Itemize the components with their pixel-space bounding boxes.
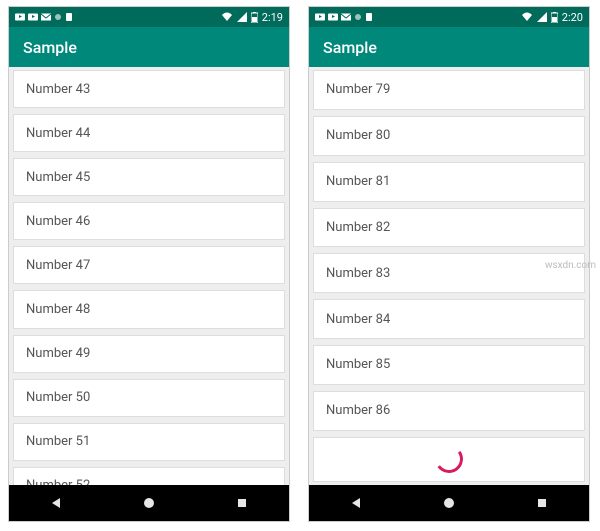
status-right: 2:20 bbox=[521, 11, 583, 24]
mail-icon bbox=[341, 12, 351, 22]
list-item-label: Number 80 bbox=[326, 128, 390, 143]
app-title: Sample bbox=[23, 38, 77, 57]
list-item-label: Number 49 bbox=[26, 346, 90, 361]
app-bar: Sample bbox=[309, 27, 589, 67]
loading-row bbox=[313, 437, 585, 482]
wifi-icon bbox=[221, 12, 233, 22]
status-left bbox=[15, 12, 73, 22]
list-item-label: Number 51 bbox=[26, 434, 90, 449]
list-item[interactable]: Number 82 bbox=[313, 208, 585, 248]
status-right: 2:19 bbox=[221, 11, 283, 24]
list-item-label: Number 81 bbox=[326, 174, 390, 189]
list-item-label: Number 50 bbox=[26, 390, 90, 405]
signal-icon bbox=[537, 12, 547, 22]
home-button[interactable] bbox=[442, 496, 456, 510]
back-button[interactable] bbox=[349, 496, 363, 510]
youtube-icon bbox=[28, 12, 38, 22]
sim-icon bbox=[65, 12, 73, 22]
list-item-label: Number 52 bbox=[26, 478, 90, 485]
youtube-icon bbox=[315, 12, 325, 22]
list-item-label: Number 85 bbox=[326, 357, 390, 372]
status-bar: 2:20 bbox=[309, 7, 589, 27]
list-item-label: Number 86 bbox=[326, 403, 390, 418]
list-item[interactable]: Number 51 bbox=[13, 423, 285, 461]
nav-bar bbox=[9, 485, 289, 521]
list-item[interactable]: Number 48 bbox=[13, 290, 285, 328]
list-item-label: Number 46 bbox=[26, 214, 90, 229]
list-item[interactable]: Number 81 bbox=[313, 162, 585, 202]
list-item[interactable]: Number 80 bbox=[313, 116, 585, 156]
list-item[interactable]: Number 47 bbox=[13, 246, 285, 284]
list-item-label: Number 43 bbox=[26, 82, 90, 97]
home-button[interactable] bbox=[142, 496, 156, 510]
list-item-label: Number 79 bbox=[326, 82, 390, 97]
list-item[interactable]: Number 85 bbox=[313, 345, 585, 385]
list-item-label: Number 83 bbox=[326, 266, 390, 281]
youtube-icon bbox=[15, 12, 25, 22]
youtube-icon bbox=[328, 12, 338, 22]
recent-button[interactable] bbox=[235, 496, 249, 510]
list-item-label: Number 44 bbox=[26, 126, 90, 141]
list-item[interactable]: Number 52 bbox=[13, 467, 285, 485]
list-item[interactable]: Number 44 bbox=[13, 114, 285, 152]
dot-icon bbox=[354, 12, 362, 22]
phone-left: 2:19 Sample Number 43 Number 44 Number 4… bbox=[8, 6, 290, 522]
app-title: Sample bbox=[323, 38, 377, 57]
clock: 2:19 bbox=[262, 11, 283, 24]
list-view[interactable]: Number 43 Number 44 Number 45 Number 46 … bbox=[9, 67, 289, 485]
nav-bar bbox=[309, 485, 589, 521]
list-view[interactable]: Number 79 Number 80 Number 81 Number 82 … bbox=[309, 67, 589, 485]
list-item[interactable]: Number 43 bbox=[13, 70, 285, 108]
mail-icon bbox=[41, 12, 51, 22]
battery-icon bbox=[251, 12, 258, 23]
list-item[interactable]: Number 49 bbox=[13, 335, 285, 373]
app-bar: Sample bbox=[9, 27, 289, 67]
list-item[interactable]: Number 46 bbox=[13, 202, 285, 240]
wifi-icon bbox=[521, 12, 533, 22]
list-item-label: Number 48 bbox=[26, 302, 90, 317]
list-item-label: Number 84 bbox=[326, 312, 390, 327]
watermark: wsxdn.com bbox=[545, 260, 596, 271]
list-item[interactable]: Number 84 bbox=[313, 299, 585, 339]
signal-icon bbox=[237, 12, 247, 22]
status-left bbox=[315, 12, 373, 22]
list-item-label: Number 47 bbox=[26, 258, 90, 273]
list-item[interactable]: Number 86 bbox=[313, 391, 585, 431]
list-item[interactable]: Number 45 bbox=[13, 158, 285, 196]
list-item[interactable]: Number 50 bbox=[13, 379, 285, 417]
clock: 2:20 bbox=[562, 11, 583, 24]
list-item-label: Number 45 bbox=[26, 170, 90, 185]
sim-icon bbox=[365, 12, 373, 22]
status-bar: 2:19 bbox=[9, 7, 289, 27]
back-button[interactable] bbox=[49, 496, 63, 510]
list-item-label: Number 82 bbox=[326, 220, 390, 235]
list-item[interactable]: Number 79 bbox=[313, 70, 585, 110]
dot-icon bbox=[54, 12, 62, 22]
screenshot-pair: 2:19 Sample Number 43 Number 44 Number 4… bbox=[0, 0, 600, 528]
battery-icon bbox=[551, 12, 558, 23]
recent-button[interactable] bbox=[535, 496, 549, 510]
progress-spinner-icon bbox=[433, 443, 465, 475]
